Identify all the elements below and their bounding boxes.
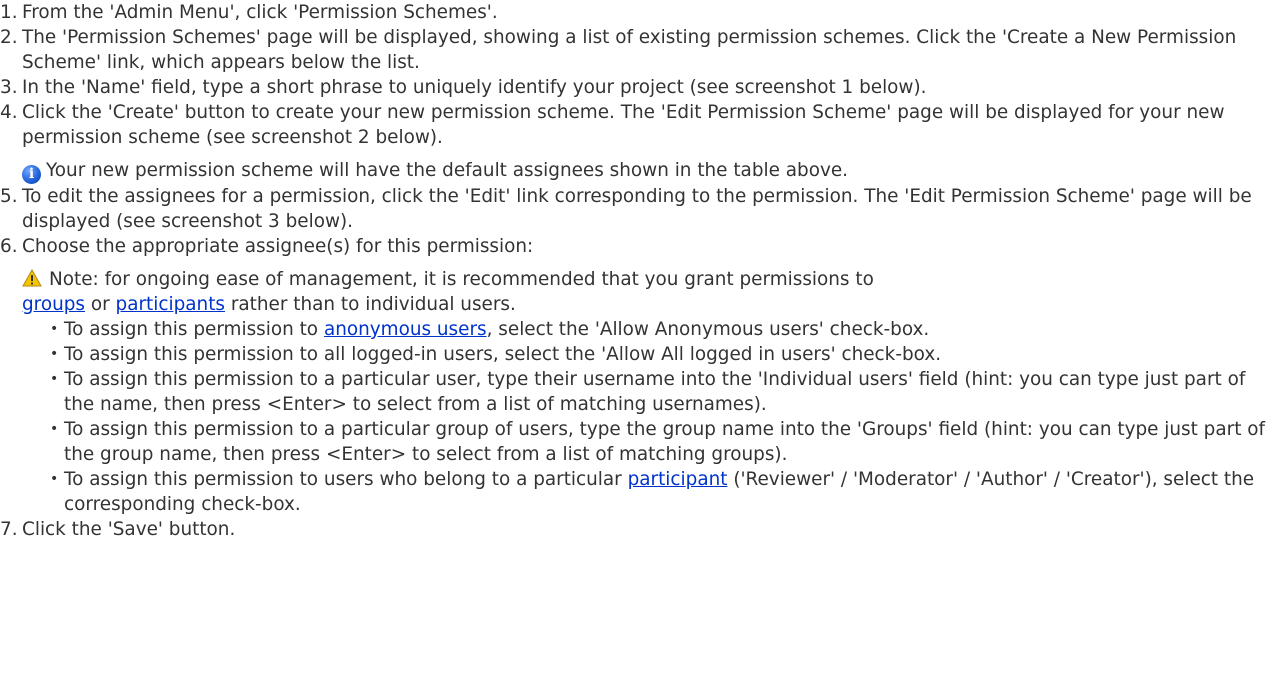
list-item-text: To assign this permission to a particula… [64, 369, 1246, 415]
assignee-options-list: • To assign this permission to anonymous… [22, 317, 1274, 517]
warning-note-text: Note: for ongoing ease of management, it… [49, 269, 874, 290]
list-item: • To assign this permission to users who… [44, 467, 1274, 517]
warning-icon [22, 269, 42, 287]
bullet-icon: • [50, 346, 59, 362]
step-number: 5. [0, 186, 18, 207]
bullet-icon: • [50, 371, 59, 387]
bullet-icon: • [50, 471, 59, 487]
warning-note-text: rather than to individual users. [230, 294, 516, 315]
step-text: Choose the appropriate assignee(s) for t… [22, 236, 534, 257]
list-item: • To assign this permission to all logge… [44, 342, 1274, 367]
step-1: 1. From the 'Admin Menu', click 'Permiss… [0, 0, 1274, 25]
info-note-text: Your new permission scheme will have the… [46, 160, 849, 181]
step-text: Click the 'Save' button. [22, 519, 236, 540]
step-text: To edit the assignees for a permission, … [22, 186, 1252, 232]
participant-link[interactable]: participant [628, 469, 728, 490]
warning-note: Note: for ongoing ease of management, it… [22, 267, 1274, 317]
step-2: 2. The 'Permission Schemes' page will be… [0, 25, 1274, 75]
step-text: The 'Permission Schemes' page will be di… [22, 27, 1237, 73]
bullet-icon: • [50, 321, 59, 337]
step-text: Click the 'Create' button to create your… [22, 102, 1225, 148]
instructions-page: 1. From the 'Admin Menu', click 'Permiss… [0, 0, 1276, 693]
info-icon: i [22, 165, 41, 184]
step-number: 4. [0, 102, 18, 123]
step-text: From the 'Admin Menu', click 'Permission… [22, 2, 498, 23]
step-text: In the 'Name' field, type a short phrase… [22, 77, 927, 98]
step-number: 2. [0, 27, 18, 48]
step-7: 7. Click the 'Save' button. [0, 517, 1274, 542]
list-item-text: To assign this permission to [64, 319, 319, 340]
list-item-text: To assign this permission to a particula… [64, 419, 1265, 465]
step-4: 4. Click the 'Create' button to create y… [0, 100, 1274, 184]
info-note: i Your new permission scheme will have th… [22, 158, 1274, 184]
step-3: 3. In the 'Name' field, type a short phr… [0, 75, 1274, 100]
groups-link[interactable]: groups [22, 294, 85, 315]
step-6: 6. Choose the appropriate assignee(s) fo… [0, 234, 1274, 517]
list-item: • To assign this permission to a particu… [44, 417, 1274, 467]
step-number: 7. [0, 519, 18, 540]
list-item: • To assign this permission to a particu… [44, 367, 1274, 417]
list-item-text: To assign this permission to all logged-… [64, 344, 942, 365]
list-item-text: , select the 'Allow Anonymous users' che… [486, 319, 930, 340]
step-number: 1. [0, 2, 18, 23]
anonymous-users-link[interactable]: anonymous users [324, 319, 487, 340]
list-item-text: To assign this permission to users who b… [64, 469, 622, 490]
warning-note-text: or [90, 294, 110, 315]
participants-link[interactable]: participants [116, 294, 225, 315]
step-number: 6. [0, 236, 18, 257]
list-item: • To assign this permission to anonymous… [44, 317, 1274, 342]
step-5: 5. To edit the assignees for a permissio… [0, 184, 1274, 234]
step-number: 3. [0, 77, 18, 98]
bullet-icon: • [50, 421, 59, 437]
steps-list: 1. From the 'Admin Menu', click 'Permiss… [0, 0, 1276, 542]
